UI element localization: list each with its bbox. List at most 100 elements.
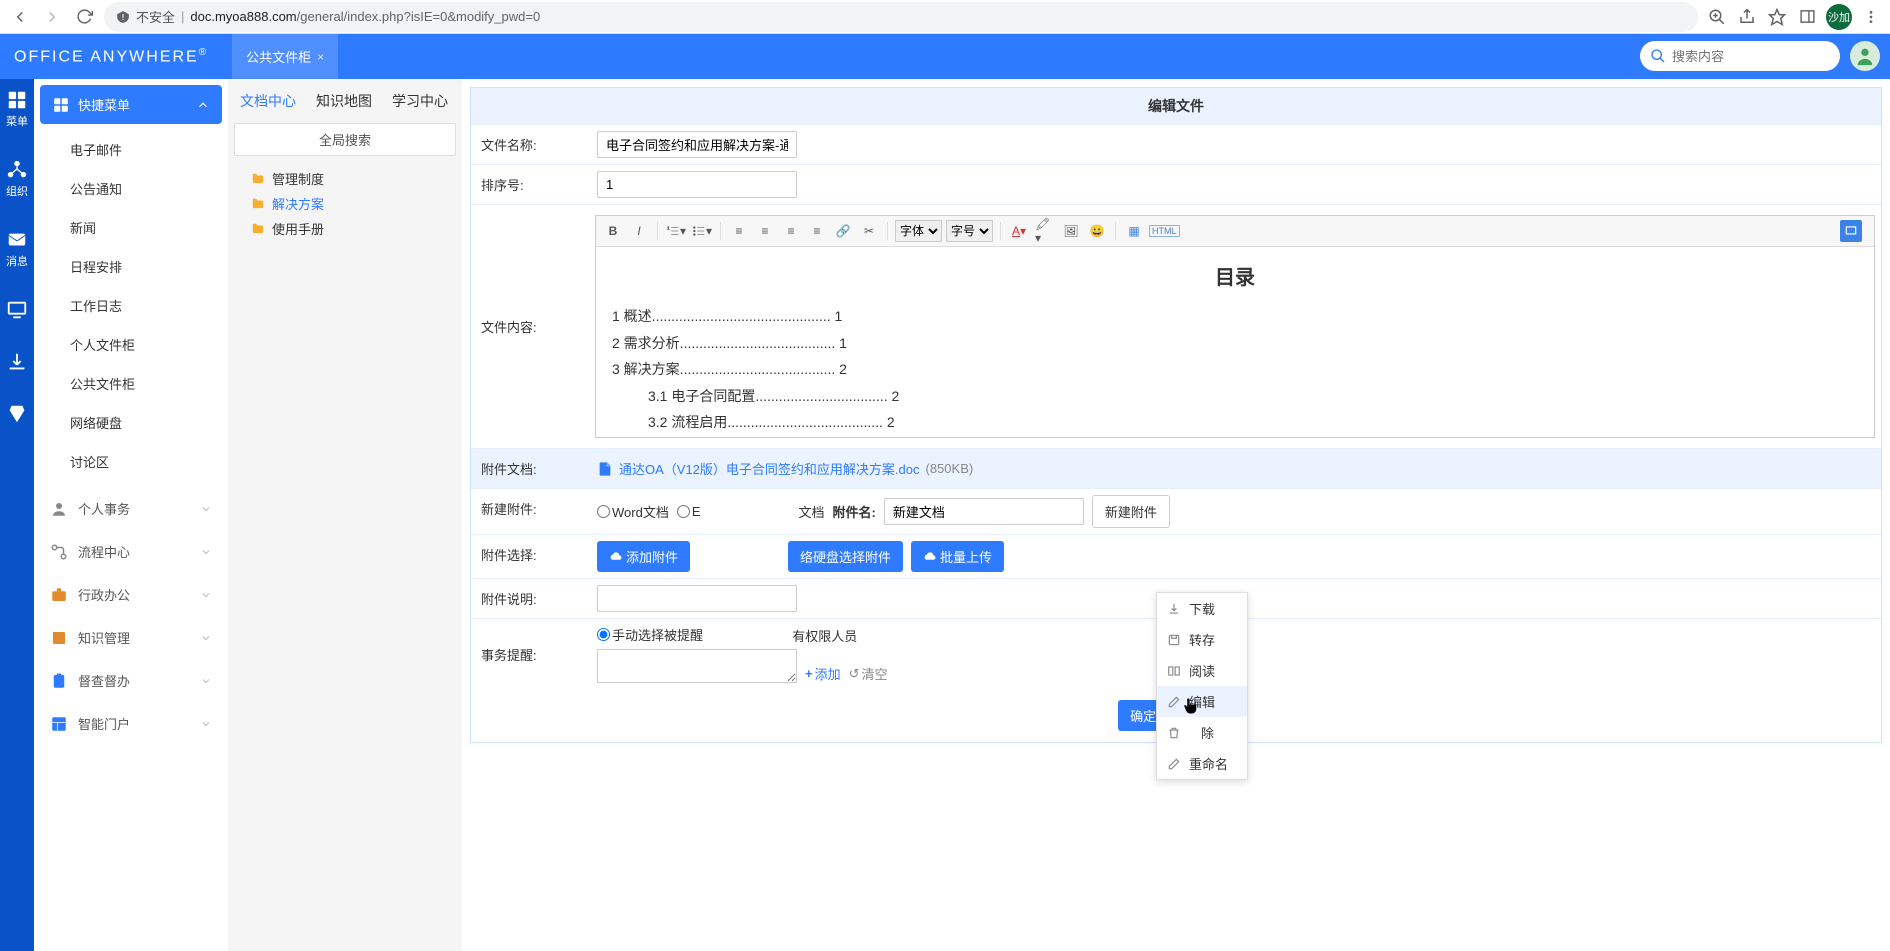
sidebar-item-news[interactable]: 新闻 <box>40 208 222 247</box>
radio-excel[interactable]: E <box>677 504 701 519</box>
bold-icon[interactable]: B <box>602 220 624 242</box>
size-select[interactable]: 字号 <box>946 220 993 242</box>
tab-public-cabinet[interactable]: 公共文件柜 × <box>232 34 338 79</box>
align-center-icon[interactable]: ≡ <box>754 220 776 242</box>
sort-input[interactable] <box>597 171 797 198</box>
sidebar-cat-workflow[interactable]: 流程中心 <box>40 530 222 573</box>
ctx-delete[interactable]: 除 <box>1157 717 1247 748</box>
share-icon[interactable] <box>1736 6 1758 28</box>
sidebar-quickmenu-header[interactable]: 快捷菜单 <box>40 85 222 124</box>
netdisk-select-button[interactable]: 络硬盘选择附件 <box>788 541 903 572</box>
bg-color-icon[interactable]: 🖍▾ <box>1034 220 1056 242</box>
emoji-icon[interactable]: 😀 <box>1086 220 1108 242</box>
reload-icon[interactable] <box>72 5 96 29</box>
link-icon[interactable]: 🔗 <box>832 220 854 242</box>
global-search-button[interactable]: 全局搜索 <box>234 123 456 156</box>
sidebar-item-worklog[interactable]: 工作日志 <box>40 286 222 325</box>
tab-learning-center[interactable]: 学习中心 <box>392 91 448 111</box>
label-new-attachment: 新建附件: <box>471 489 589 534</box>
radio-word[interactable]: Word文档 <box>597 502 669 521</box>
tree-item[interactable]: 解决方案 <box>234 191 456 216</box>
rail-org[interactable]: 组织 <box>6 159 28 199</box>
ctx-read[interactable]: 阅读 <box>1157 655 1247 686</box>
add-link[interactable]: +添加 <box>805 664 841 683</box>
flow-icon <box>50 543 68 561</box>
sidebar-item-forum[interactable]: 讨论区 <box>40 442 222 481</box>
sidebar-cat-supervise[interactable]: 督查督办 <box>40 659 222 702</box>
align-right-icon[interactable]: ≡ <box>780 220 802 242</box>
profile-avatar[interactable]: 沙加 <box>1826 4 1852 30</box>
user-avatar[interactable] <box>1850 41 1880 71</box>
italic-icon[interactable]: I <box>628 220 650 242</box>
forward-icon[interactable] <box>40 5 64 29</box>
align-left-icon[interactable]: ≡ <box>728 220 750 242</box>
tab-doc-center[interactable]: 文档中心 <box>240 91 296 111</box>
new-attachment-name-input[interactable] <box>884 498 1084 525</box>
reminder-people-input[interactable] <box>597 649 797 683</box>
toc-line: 1 概述....................................… <box>612 303 1858 330</box>
close-icon[interactable]: × <box>317 50 324 64</box>
folder-tree: 管理制度 解决方案 使用手册 <box>234 166 456 241</box>
ctx-save-as[interactable]: 转存 <box>1157 624 1247 655</box>
rail-download[interactable] <box>6 351 28 373</box>
chevron-down-icon <box>200 632 212 644</box>
sidebar-cat-portal[interactable]: 智能门户 <box>40 702 222 745</box>
search-input[interactable] <box>1640 41 1840 71</box>
table-icon[interactable]: ▦ <box>1123 220 1145 242</box>
image-icon[interactable]: 🖼 <box>1060 220 1082 242</box>
html-source-button[interactable]: HTML <box>1149 225 1180 237</box>
sidebar-cat-admin[interactable]: 行政办公 <box>40 573 222 616</box>
rail-label: 菜单 <box>6 113 28 129</box>
rail-monitor[interactable] <box>6 299 28 321</box>
sidebar-item-email[interactable]: 电子邮件 <box>40 130 222 169</box>
address-bar[interactable]: 不安全 | doc.myoa888.com/general/index.php?… <box>104 2 1698 32</box>
fullscreen-icon[interactable] <box>1840 220 1862 242</box>
radio-manual[interactable]: 手动选择被提醒 <box>597 625 703 644</box>
align-justify-icon[interactable]: ≡ <box>806 220 828 242</box>
toc-subline: 3.1 电子合同配置..............................… <box>612 383 1858 410</box>
panel-icon[interactable] <box>1796 6 1818 28</box>
ul-icon[interactable]: ▾ <box>691 220 713 242</box>
sidebar-item-public-cabinet[interactable]: 公共文件柜 <box>40 364 222 403</box>
header-search <box>1640 41 1840 71</box>
batch-upload-button[interactable]: 批量上传 <box>911 541 1004 572</box>
tree-item[interactable]: 使用手册 <box>234 216 456 241</box>
rail-msg[interactable]: 消息 <box>6 229 28 269</box>
new-attachment-button[interactable]: 新建附件 <box>1092 495 1170 528</box>
toc-line: 2 需求分析..................................… <box>612 330 1858 357</box>
folder-icon <box>250 222 266 236</box>
rail-menu[interactable]: 菜单 <box>6 89 28 129</box>
font-color-icon[interactable]: A▾ <box>1008 220 1030 242</box>
clear-link[interactable]: ↺清空 <box>849 664 888 683</box>
menu-icon[interactable] <box>1860 6 1882 28</box>
file-name-input[interactable] <box>597 131 797 158</box>
tree-item[interactable]: 管理制度 <box>234 166 456 191</box>
panel-title: 编辑文件 <box>471 88 1881 124</box>
sidebar-cat-knowledge[interactable]: 知识管理 <box>40 616 222 659</box>
rail-theme[interactable] <box>6 403 28 425</box>
sidebar-cat-personal[interactable]: 个人事务 <box>40 487 222 530</box>
ctx-rename[interactable]: 重命名 <box>1157 748 1247 779</box>
svg-text:1: 1 <box>667 225 670 230</box>
add-attachment-button[interactable]: 添加附件 <box>597 541 690 572</box>
zoom-icon[interactable] <box>1706 6 1728 28</box>
sidebar-top-label: 快捷菜单 <box>78 95 130 114</box>
person-icon <box>50 500 68 518</box>
ctx-download[interactable]: 下载 <box>1157 593 1247 624</box>
font-select[interactable]: 字体 <box>895 220 942 242</box>
suffix-label: 文档 <box>799 502 825 521</box>
attachment-link[interactable]: 通达OA（V12版）电子合同签约和应用解决方案.doc (850KB) <box>597 459 973 478</box>
editor-body[interactable]: 目录 1 概述.................................… <box>596 247 1874 437</box>
attachment-desc-input[interactable] <box>597 585 797 612</box>
ol-icon[interactable]: 1▾ <box>665 220 687 242</box>
sidebar-item-personal-cabinet[interactable]: 个人文件柜 <box>40 325 222 364</box>
tab-knowledge-map[interactable]: 知识地图 <box>316 91 372 111</box>
back-icon[interactable] <box>8 5 32 29</box>
sidebar-item-netdisk[interactable]: 网络硬盘 <box>40 403 222 442</box>
ctx-edit[interactable]: 编辑 <box>1157 686 1247 717</box>
sidebar-item-notice[interactable]: 公告通知 <box>40 169 222 208</box>
app-header: OFFICE ANYWHERE® 公共文件柜 × <box>0 34 1890 79</box>
star-icon[interactable] <box>1766 6 1788 28</box>
sidebar-item-schedule[interactable]: 日程安排 <box>40 247 222 286</box>
unlink-icon[interactable]: ✂ <box>858 220 880 242</box>
